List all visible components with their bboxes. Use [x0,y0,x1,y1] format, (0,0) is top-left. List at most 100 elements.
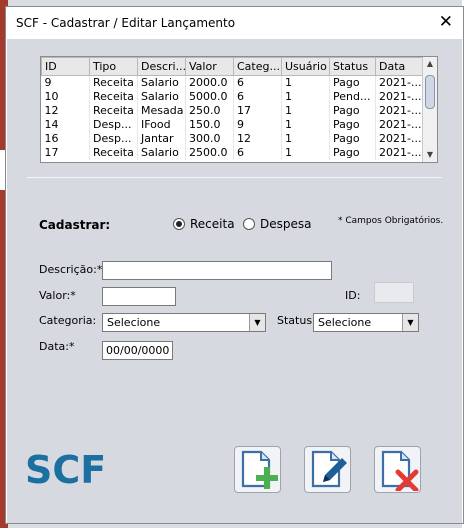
cell: 150.0 [185,118,234,132]
edit-document-icon [311,450,347,488]
categoria-select[interactable]: Selecione ▼ [102,313,266,332]
cell: 2021-... [375,146,424,160]
scroll-down-icon[interactable]: ▼ [423,148,437,162]
column-header-descricao[interactable]: Descri... [137,57,186,76]
cell: 12 [233,132,282,146]
column-header-tipo[interactable]: Tipo [89,57,138,76]
table-row[interactable]: 17 Receita Salario 2500.0 6 1 Pago 2021-... [41,146,424,160]
valor-label: Valor:* [39,289,76,302]
table-row[interactable]: 16 Desp... Jantar 300.0 12 1 Pago 2021-... [41,132,424,146]
cell: 1 [281,118,330,132]
column-header-categoria[interactable]: Categ... [233,57,282,76]
categoria-select-value: Selecione [107,316,161,329]
add-document-icon [241,450,278,489]
scroll-up-icon[interactable]: ▲ [423,57,437,71]
radio-despesa-label[interactable]: Despesa [260,217,311,231]
cell: 1 [281,90,330,104]
cell: Mesada [137,104,186,118]
cell: 300.0 [185,132,234,146]
table-row[interactable]: 14 Desp... IFood 150.0 9 1 Pago 2021-... [41,118,424,132]
chevron-down-icon[interactable]: ▼ [249,314,265,331]
cell: 2021-... [375,75,424,90]
cell: Pago [329,104,376,118]
column-header-id[interactable]: ID [41,57,90,76]
cell: Desp... [89,118,138,132]
cell: 17 [233,104,282,118]
column-header-valor[interactable]: Valor [185,57,234,76]
descricao-input[interactable] [102,261,332,280]
required-note: * Campos Obrigatórios. [338,216,444,226]
categoria-label: Categoria: [39,314,97,327]
cell: 2021-... [375,104,424,118]
radio-receita-label[interactable]: Receita [190,217,235,231]
status-select-value: Selecione [318,316,372,329]
dialog-content: ID Tipo Descri... Valor Categ... Usuário… [7,39,462,523]
status-label: Status: [277,314,316,327]
cell: 1 [281,132,330,146]
cadastrar-label: Cadastrar: [39,218,111,232]
id-field [374,282,414,303]
scroll-thumb[interactable] [425,75,435,109]
scf-logo: SCF [25,445,107,492]
cell: 1 [281,75,330,90]
cell: 10 [41,90,90,104]
id-label: ID: [345,289,361,302]
window-title: SCF - Cadastrar / Editar Lançamento [16,16,236,30]
data-label: Data:* [39,340,75,353]
scf-logo-text: SCF [25,448,106,489]
delete-button[interactable] [374,446,421,493]
cell: 2021-... [375,118,424,132]
cell: 6 [233,75,282,90]
edit-button[interactable] [304,446,351,493]
column-header-usuario[interactable]: Usuário [281,57,330,76]
table-row[interactable]: 10 Receita Salario 5000.0 6 1 Pend... 2021-... [41,90,424,104]
status-select[interactable]: Selecione ▼ [313,313,419,332]
cell: Salario [137,146,186,160]
table-scrollbar[interactable]: ▲ ▼ [422,57,437,162]
launch-table[interactable]: ID Tipo Descri... Valor Categ... Usuário… [40,56,438,163]
separator [27,177,442,178]
cell: 2500.0 [185,146,234,160]
cell: 2021-... [375,132,424,146]
valor-input[interactable] [102,287,176,306]
dialog-window: SCF - Cadastrar / Editar Lançamento ✕ ID… [5,6,464,524]
cell: Jantar [137,132,186,146]
cell: 17 [41,146,90,160]
column-header-data[interactable]: Data [375,57,424,76]
cell: 250.0 [185,104,234,118]
data-input[interactable] [102,341,173,360]
cell: IFood [137,118,186,132]
cell: Desp... [89,132,138,146]
chevron-down-icon[interactable]: ▼ [402,314,418,331]
table-row[interactable]: 12 Receita Mesada 250.0 17 1 Pago 2021-... [41,104,424,118]
cell: 6 [233,146,282,160]
cell: 9 [233,118,282,132]
cell: 5000.0 [185,90,234,104]
delete-document-icon [381,450,419,491]
cell: 2000.0 [185,75,234,90]
table-row[interactable]: 9 Receita Salario 2000.0 6 1 Pago 2021-... [41,75,424,90]
cell: Pago [329,118,376,132]
radio-receita[interactable] [173,218,185,230]
column-header-status[interactable]: Status [329,57,376,76]
cell: 9 [41,75,90,90]
title-bar: SCF - Cadastrar / Editar Lançamento ✕ [6,7,463,39]
cell: Receita [89,75,138,90]
cell: Receita [89,104,138,118]
add-button[interactable] [234,446,281,493]
cell: Pago [329,146,376,160]
cell: Pago [329,132,376,146]
radio-despesa[interactable] [243,218,255,230]
cell: Salario [137,90,186,104]
cell: 2021-... [375,90,424,104]
descricao-label: Descrição:* [39,263,103,276]
cell: Pend... [329,90,376,104]
cell: Pago [329,75,376,90]
cell: 16 [41,132,90,146]
cell: Receita [89,90,138,104]
cell: 6 [233,90,282,104]
close-icon[interactable]: ✕ [439,12,453,32]
cell: 12 [41,104,90,118]
cell: 14 [41,118,90,132]
cell: Salario [137,75,186,90]
